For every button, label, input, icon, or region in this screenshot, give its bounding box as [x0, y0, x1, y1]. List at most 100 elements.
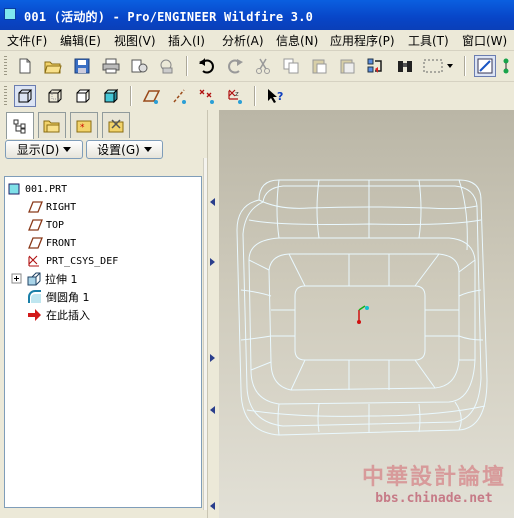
settings-dropdown[interactable]: 设置(G) [86, 140, 163, 159]
undo-button[interactable] [196, 55, 218, 77]
datum-plane-icon [142, 90, 160, 104]
display-wireframe-button[interactable] [14, 85, 36, 107]
binoculars-icon [398, 61, 412, 72]
svg-text:z: z [235, 90, 239, 98]
regenerate-icon [367, 58, 382, 73]
tab-connections[interactable] [102, 112, 130, 138]
watermark-url: bbs.chinade.net [375, 491, 493, 506]
copy-button[interactable] [280, 55, 302, 77]
collapse-arrow-icon[interactable] [210, 406, 215, 414]
menu-tools[interactable]: 工具(T) [408, 32, 449, 49]
scissors-icon [256, 58, 270, 74]
paste-icon [312, 59, 327, 74]
tab-model-tree[interactable] [6, 112, 34, 139]
expand-arrow-icon[interactable] [210, 354, 215, 362]
print-icon [102, 58, 120, 74]
display-shaded-button[interactable] [100, 85, 122, 107]
menu-file[interactable]: 文件(F) [7, 32, 47, 49]
show-dropdown-label: 显示(D) [16, 143, 60, 157]
tree-insert-here[interactable]: 在此插入 [27, 307, 90, 323]
tab-favorites[interactable]: * [70, 112, 98, 138]
menu-edit[interactable]: 编辑(E) [60, 32, 101, 49]
collapse-arrow-icon[interactable] [210, 198, 215, 206]
datum-plane-icon [28, 219, 43, 231]
tree-item-right[interactable]: RIGHT [27, 199, 76, 215]
datum-plane-icon [28, 201, 43, 213]
tree-item-label: 拉伸 1 [45, 273, 78, 286]
menu-bar: 文件(F) 编辑(E) 视图(V) 插入(I) 分析(A) 信息(N) 应用程序… [0, 30, 514, 51]
tree-item-label: 倒圆角 1 [46, 291, 90, 304]
datum-plane-icon [28, 237, 43, 249]
tree-item-round[interactable]: 倒圆角 1 [27, 289, 90, 305]
undo-icon [199, 58, 214, 74]
csys-icon [28, 255, 39, 267]
round-icon [28, 290, 41, 303]
menu-applications[interactable]: 应用程序(P) [330, 32, 395, 49]
window-title: 001 (活动的) - Pro/ENGINEER Wildfire 3.0 [24, 10, 314, 24]
copy-icon [283, 58, 299, 74]
open-button[interactable] [42, 55, 64, 77]
hidden-line-cube-icon [48, 89, 63, 103]
save-button[interactable] [71, 55, 93, 77]
menu-analysis[interactable]: 分析(A) [222, 32, 264, 49]
title-bar: 001 (活动的) - Pro/ENGINEER Wildfire 3.0 [0, 0, 514, 30]
tree-item-extrude[interactable]: 拉伸 1 [11, 271, 78, 287]
selection-filter-dropdown[interactable] [422, 55, 456, 77]
datum-axes-toggle[interactable] [168, 85, 190, 107]
link-icon [160, 59, 173, 74]
save-icon [74, 58, 90, 74]
tree-item-csys[interactable]: PRT_CSYS_DEF [27, 253, 118, 269]
tree-item-front[interactable]: FRONT [27, 235, 76, 251]
chevron-down-icon [63, 146, 72, 152]
context-help-button[interactable]: ? [264, 85, 286, 107]
connections-icon [108, 118, 124, 132]
cut-button[interactable] [252, 55, 274, 77]
send-mail-button[interactable] [128, 55, 150, 77]
help-pointer-icon: ? [268, 89, 283, 103]
new-file-button[interactable] [14, 55, 36, 77]
chevron-down-icon [143, 146, 152, 152]
datum-points-toggle[interactable] [196, 85, 218, 107]
mail-icon [131, 59, 148, 73]
app-icon [4, 8, 16, 20]
menu-view[interactable]: 视图(V) [114, 32, 156, 49]
expand-arrow-icon[interactable] [210, 258, 215, 266]
graphics-window[interactable]: 中華設計論壇 bbs.chinade.net [219, 110, 514, 518]
folder-browser-icon [43, 120, 60, 132]
tree-item-label: TOP [46, 219, 65, 231]
csys-icon: z [228, 89, 242, 104]
tree-item-top[interactable]: TOP [27, 217, 64, 233]
display-hidden-line-button[interactable] [44, 85, 66, 107]
shaded-cube-icon [103, 88, 119, 104]
expand-plus-icon[interactable] [11, 273, 23, 285]
coordinate-systems-toggle[interactable]: z [224, 85, 246, 107]
show-dropdown[interactable]: 显示(D) [5, 140, 83, 159]
favorites-icon: * [76, 120, 92, 133]
datum-point-icon [199, 89, 214, 104]
no-hidden-cube-icon [76, 89, 91, 103]
regenerate-button[interactable] [364, 55, 386, 77]
send-link-button[interactable] [156, 55, 178, 77]
menu-info[interactable]: 信息(N) [276, 32, 318, 49]
tab-folder-browser[interactable] [38, 112, 66, 138]
find-button[interactable] [394, 55, 416, 77]
paste-special-button[interactable] [336, 55, 358, 77]
wireframe-cube-icon [18, 89, 33, 103]
redo-icon [228, 59, 243, 74]
tree-root[interactable]: 001.PRT [7, 181, 67, 197]
display-no-hidden-button[interactable] [72, 85, 94, 107]
extrude-icon [27, 272, 41, 286]
model-tree: 001.PRT RIGHT TOP FRONT PRT_CSYS_DEF 拉伸 … [4, 176, 202, 508]
forum-watermark: 中華設計論壇 bbs.chinade.net [362, 459, 506, 506]
menu-insert[interactable]: 插入(I) [168, 32, 205, 49]
paste-button[interactable] [308, 55, 330, 77]
datum-planes-toggle[interactable] [140, 85, 162, 107]
menu-window[interactable]: 窗口(W) [462, 32, 507, 49]
print-button[interactable] [100, 55, 122, 77]
open-folder-icon [44, 61, 62, 74]
tree-item-label: 在此插入 [46, 309, 90, 322]
view-tools-button[interactable] [500, 55, 514, 77]
redo-button[interactable] [224, 55, 246, 77]
collapse-arrow-icon[interactable] [210, 502, 215, 510]
sketch-button[interactable] [474, 55, 496, 77]
